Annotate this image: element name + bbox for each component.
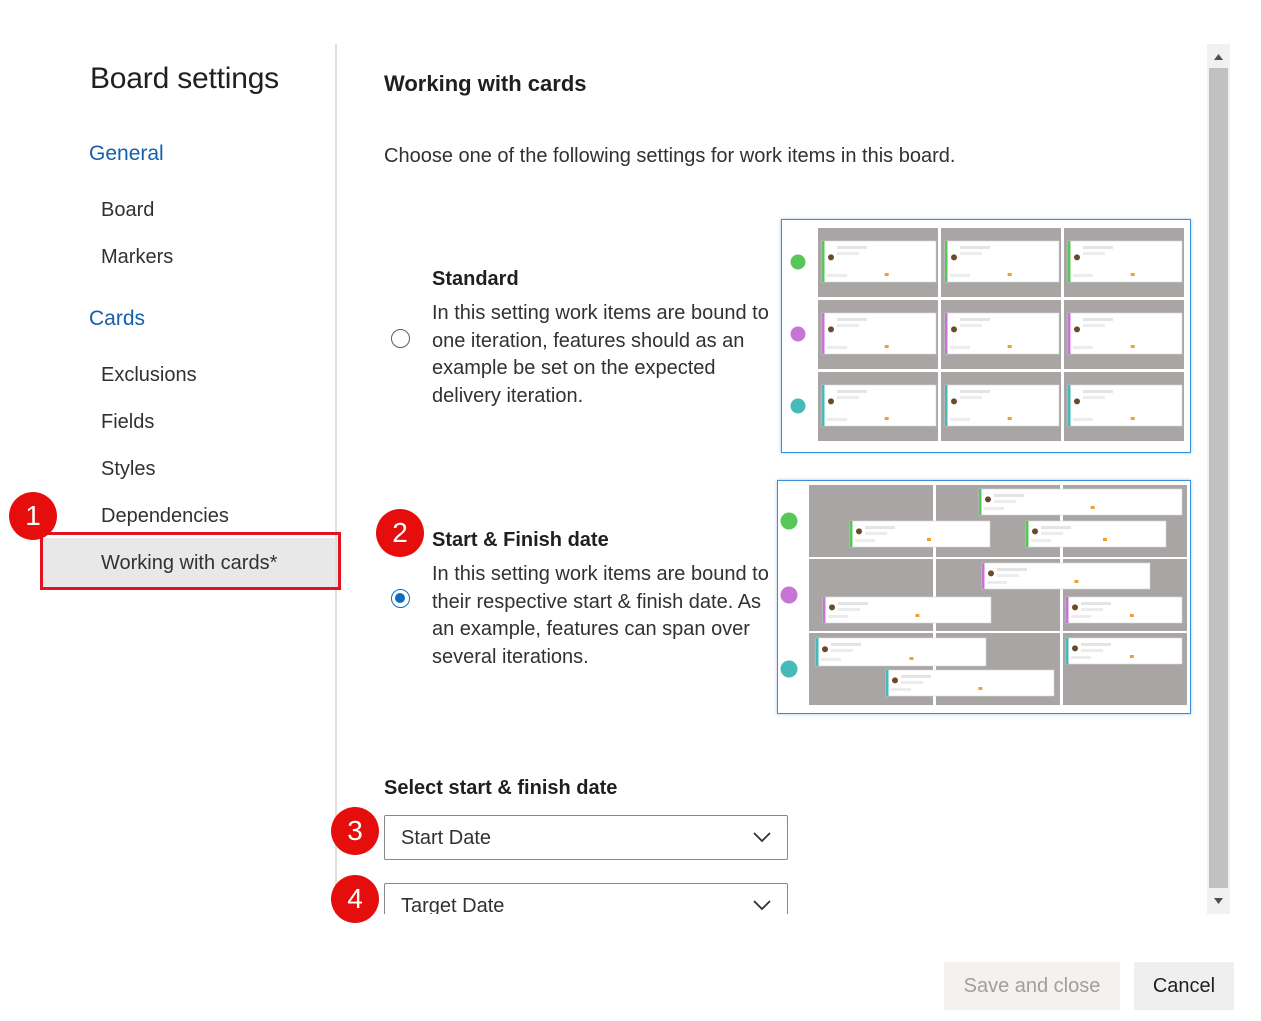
callout-badge-1: 1 (9, 492, 57, 540)
nav-item-board[interactable]: Board (42, 185, 338, 235)
mini-card (1067, 312, 1183, 355)
mini-card (1065, 637, 1183, 665)
start-finish-option-description: In this setting work items are bound to … (432, 563, 769, 668)
scroll-thumb[interactable] (1209, 68, 1228, 888)
start-date-dropdown[interactable]: Start Date (384, 815, 788, 860)
row-color-dot (790, 326, 806, 342)
nav-item-exclusions[interactable]: Exclusions (42, 350, 338, 400)
row-color-dot (790, 254, 806, 270)
settings-nav: Board settings General Board Markers Car… (0, 0, 338, 940)
start-finish-radio[interactable] (391, 589, 410, 608)
content-scrollbar[interactable] (1207, 44, 1230, 914)
section-intro: Choose one of the following settings for… (384, 145, 956, 167)
callout-badge-3: 3 (331, 807, 379, 855)
row-color-dot (780, 586, 798, 604)
mini-card (1065, 596, 1183, 624)
callout-badge-2: 2 (376, 509, 424, 557)
start-date-value: Start Date (401, 827, 492, 849)
chevron-down-icon (753, 900, 771, 911)
mini-card (1067, 240, 1183, 283)
mini-card (944, 240, 1060, 283)
standard-option-description: In this setting work items are bound to … (432, 302, 769, 407)
mini-card (821, 384, 937, 427)
save-and-close-button[interactable]: Save and close (944, 962, 1120, 1010)
standard-option-title: Standard (432, 268, 519, 290)
date-section-label: Select start & finish date (384, 777, 618, 799)
cancel-button[interactable]: Cancel (1134, 962, 1234, 1010)
standard-illustration (781, 219, 1191, 453)
timeline-board-image (780, 485, 1187, 705)
mini-card (821, 240, 937, 283)
mini-card (849, 520, 991, 548)
callout-badge-4: 4 (331, 875, 379, 923)
target-date-value: Target Date (401, 895, 505, 914)
mini-card (944, 312, 1060, 355)
mini-card (978, 488, 1183, 516)
nav-item-fields[interactable]: Fields (42, 397, 338, 447)
mini-card (822, 596, 992, 624)
dialog-title: Board settings (90, 62, 279, 95)
mini-card (821, 312, 937, 355)
mini-card (885, 669, 1055, 697)
nav-group-general: General (89, 142, 164, 165)
start-finish-option-title: Start & Finish date (432, 529, 609, 551)
scroll-up-arrow-icon (1214, 54, 1223, 60)
mini-card (815, 637, 987, 667)
target-date-dropdown[interactable]: Target Date (384, 883, 788, 914)
row-color-dot (780, 512, 798, 530)
scroll-down-arrow-icon (1214, 898, 1223, 904)
mini-card (1025, 520, 1167, 548)
scroll-down-button[interactable] (1207, 890, 1230, 914)
content-panel: Working with cards Choose one of the fol… (337, 44, 1207, 914)
nav-group-cards: Cards (89, 307, 146, 330)
row-color-dot (790, 398, 806, 414)
chevron-down-icon (753, 832, 771, 843)
scroll-up-button[interactable] (1207, 44, 1230, 68)
mini-card (1067, 384, 1183, 427)
nav-item-markers[interactable]: Markers (42, 232, 338, 282)
start-finish-illustration (777, 480, 1191, 714)
mini-card (981, 562, 1151, 590)
mini-card (944, 384, 1060, 427)
row-color-dot (780, 660, 798, 678)
section-title: Working with cards (384, 71, 587, 96)
nav-item-styles[interactable]: Styles (42, 444, 338, 494)
callout-highlight-box (40, 532, 341, 590)
standard-radio[interactable] (391, 329, 410, 348)
standard-board-image (790, 226, 1185, 445)
